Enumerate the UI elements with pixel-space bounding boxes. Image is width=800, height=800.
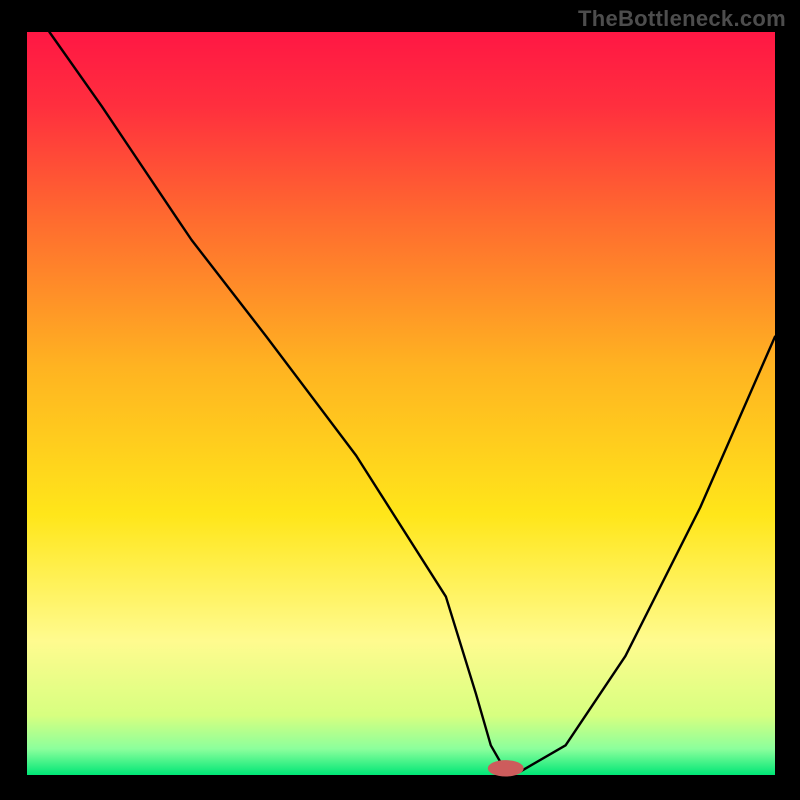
- bottleneck-chart: [0, 0, 800, 800]
- chart-frame: TheBottleneck.com: [0, 0, 800, 800]
- watermark-text: TheBottleneck.com: [578, 6, 786, 32]
- gradient-background: [27, 32, 775, 775]
- minimum-marker: [488, 760, 524, 776]
